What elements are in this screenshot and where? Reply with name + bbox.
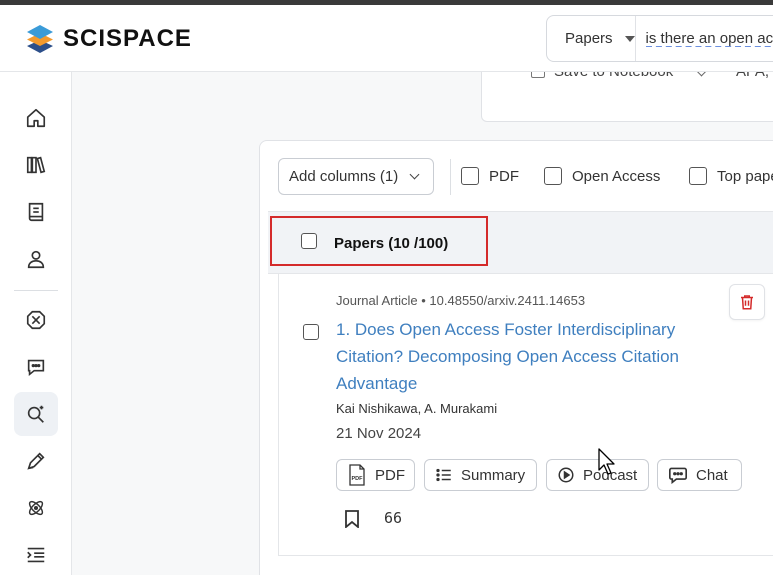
sidebar-item-literature-search[interactable] — [14, 392, 58, 436]
papers-column-header: Papers (10 /100) — [334, 235, 449, 252]
paper-meta: Journal Article • 10.48550/arxiv.2411.14… — [336, 293, 586, 308]
mouse-cursor-icon — [598, 448, 618, 481]
sidebar-item-ai-writer[interactable] — [14, 439, 58, 483]
citation-style-label[interactable]: APA, — [736, 72, 769, 80]
filter-divider — [450, 159, 451, 195]
chevron-down-icon — [409, 169, 420, 180]
scispace-logo-icon — [26, 24, 54, 54]
table-row: Journal Article • 10.48550/arxiv.2411.14… — [278, 274, 773, 556]
chat-icon — [27, 359, 45, 377]
chat-button-label: Chat — [696, 466, 728, 484]
list-icon — [435, 466, 453, 484]
citation-count: 66 — [384, 509, 403, 527]
left-sidebar — [0, 72, 72, 575]
sidebar-item-chat[interactable] — [14, 345, 58, 389]
bookmark-icon[interactable] — [344, 510, 360, 533]
sidebar-item-outline[interactable] — [14, 533, 58, 575]
ai-writer-icon — [27, 452, 45, 470]
top-papers-filter-label: Top papers — [717, 167, 773, 185]
delete-button[interactable] — [729, 284, 765, 320]
paper-authors: Kai Nishikawa, A. Murakami — [336, 401, 498, 416]
filter-open-access[interactable]: Open Access — [544, 167, 660, 185]
search-bar: Papers — [546, 15, 773, 62]
sidebar-item-integrations[interactable] — [14, 298, 58, 342]
pdf-filter-checkbox[interactable] — [461, 167, 479, 185]
integrations-icon — [26, 310, 46, 330]
paper-date: 21 Nov 2024 — [336, 425, 422, 442]
literature-search-icon — [27, 405, 44, 423]
save-notebook-checkbox[interactable] — [531, 72, 545, 78]
pdf-button[interactable]: PDF PDF — [336, 459, 415, 491]
math-icon — [28, 500, 44, 516]
notebook-icon — [28, 202, 44, 222]
chat-bubble-icon — [668, 466, 688, 484]
sidebar-item-home[interactable] — [14, 96, 58, 140]
search-input[interactable] — [635, 30, 773, 47]
home-icon — [26, 108, 46, 128]
brand-logo[interactable]: SCISPACE — [26, 24, 192, 54]
play-circle-icon — [557, 466, 575, 484]
filter-top-papers[interactable]: Top papers — [689, 167, 773, 185]
add-columns-button[interactable]: Add columns (1) — [278, 158, 434, 195]
sidebar-item-notebook[interactable] — [14, 190, 58, 234]
outline-icon — [27, 547, 45, 563]
filter-bar: Add columns (1) PDF Open Access Top pape… — [260, 141, 773, 211]
sidebar-item-library[interactable] — [14, 143, 58, 187]
select-all-checkbox[interactable] — [301, 233, 317, 249]
chevron-down-icon[interactable] — [696, 72, 707, 77]
library-icon — [26, 156, 46, 174]
svg-text:PDF: PDF — [352, 476, 364, 482]
paper-title-link[interactable]: 1. Does Open Access Foster Interdiscipli… — [336, 316, 726, 397]
results-panel: Add columns (1) PDF Open Access Top pape… — [259, 140, 773, 575]
trash-icon — [741, 295, 753, 310]
pdf-file-icon: PDF — [347, 464, 367, 486]
brand-name: SCISPACE — [63, 25, 192, 52]
top-header: SCISPACE Papers — [0, 5, 773, 72]
user-icon — [27, 250, 45, 269]
summary-button[interactable]: Summary — [424, 459, 537, 491]
save-notebook-label[interactable]: Save to Notebook — [554, 72, 673, 80]
search-mode-label: Papers — [565, 30, 613, 47]
add-columns-label: Add columns (1) — [289, 168, 399, 185]
pdf-button-label: PDF — [375, 466, 405, 484]
search-mode-dropdown[interactable]: Papers — [547, 16, 636, 61]
sidebar-item-math[interactable] — [14, 486, 58, 530]
table-header: Papers (10 /100) — [268, 211, 773, 274]
paper-select-checkbox[interactable] — [303, 324, 319, 340]
sidebar-divider — [14, 290, 58, 291]
open-access-filter-label: Open Access — [572, 167, 661, 185]
summary-button-label: Summary — [461, 466, 526, 484]
caret-down-icon — [624, 35, 635, 42]
top-papers-filter-checkbox[interactable] — [689, 167, 707, 185]
chat-button[interactable]: Chat — [657, 459, 742, 491]
sidebar-item-profile[interactable] — [14, 237, 58, 281]
open-access-filter-checkbox[interactable] — [544, 167, 562, 185]
pdf-filter-label: PDF — [489, 167, 519, 185]
notebook-card: Save to Notebook APA, — [481, 72, 773, 122]
filter-pdf[interactable]: PDF — [461, 167, 519, 185]
